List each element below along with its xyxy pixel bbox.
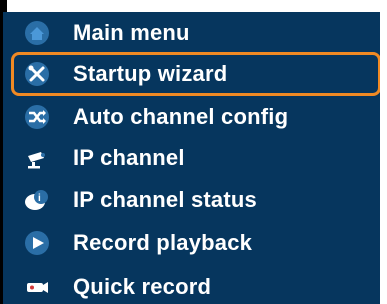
selection-highlight — [11, 52, 381, 96]
menu-item-label: Quick record — [73, 274, 212, 299]
camera-record-icon — [23, 273, 51, 301]
menu-item-ip-channel[interactable]: IP channel — [11, 138, 377, 178]
menu-item-label: Main menu — [73, 20, 190, 45]
menu-item-label: Auto channel config — [73, 104, 289, 129]
menu-item-label: IP channel status — [73, 187, 257, 212]
right-click-menu: Main menu Startup wizard Auto channel co… — [0, 0, 383, 304]
ip-status-icon: i — [23, 186, 51, 214]
menu-item-quick-record[interactable]: Quick record — [11, 267, 377, 304]
menu-item-label: Record playback — [73, 230, 253, 255]
screenshot-frame: Main menu Startup wizard Auto channel co… — [0, 0, 387, 304]
menu-item-ip-channel-status[interactable]: i IP channel status — [11, 180, 377, 220]
menu-item-auto-channel-config[interactable]: Auto channel config — [11, 97, 377, 137]
background-edge — [380, 0, 387, 304]
menu-item-record-playback[interactable]: Record playback — [11, 223, 377, 263]
ip-camera-icon — [23, 144, 51, 172]
menu-item-main-menu[interactable]: Main menu — [11, 13, 377, 53]
menu-item-label: IP channel — [73, 145, 185, 170]
menu-top-edge — [3, 0, 383, 12]
play-icon — [23, 229, 51, 257]
top-edge-cut — [3, 0, 7, 12]
shuffle-icon — [23, 103, 51, 131]
svg-text:i: i — [38, 193, 41, 204]
home-icon — [23, 19, 51, 47]
